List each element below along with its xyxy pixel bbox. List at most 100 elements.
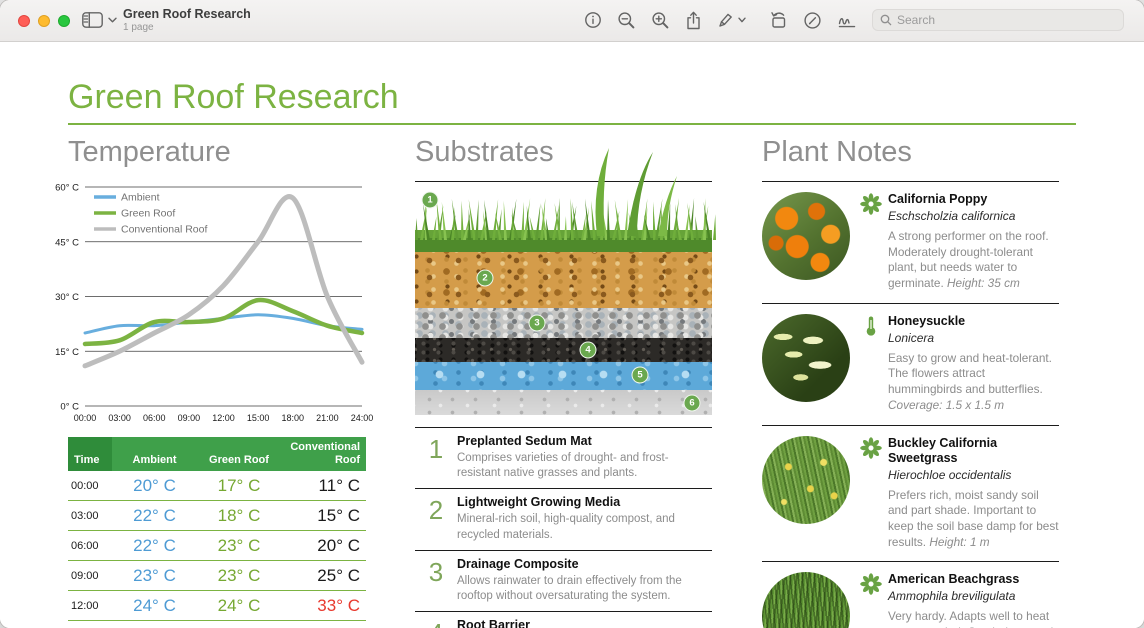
time-cell: 09:00 xyxy=(68,570,112,582)
substrate-illustration: 1 2 3 4 5 6 xyxy=(415,146,712,415)
signature-icon xyxy=(837,12,857,29)
temperature-table: Time Ambient Green Roof Conventional Roo… xyxy=(68,437,366,621)
share-button[interactable] xyxy=(685,11,702,30)
gravel-layer xyxy=(415,308,712,338)
chevron-down-icon xyxy=(738,17,746,23)
search-input[interactable] xyxy=(897,13,1116,27)
window-subtitle: 1 page xyxy=(123,22,251,33)
document-page: Green Roof Research Temperature Substrat… xyxy=(0,42,1144,628)
table-row: 06:00 22° C 23° C 20° C xyxy=(68,531,366,561)
preview-window: Green Roof Research 1 page xyxy=(0,0,1144,628)
plant-stat: Coverage: 1.5 x 1.5 m xyxy=(888,398,1004,412)
column-header: Ambient xyxy=(112,437,197,471)
signature-button[interactable] xyxy=(837,12,857,29)
plant-description: A strong performer on the roof. Moderate… xyxy=(888,229,1059,292)
substrate-badge: 2 xyxy=(477,270,494,287)
item-description: Comprises varieties of drought- and fros… xyxy=(457,451,712,481)
svg-text:45° C: 45° C xyxy=(55,237,79,248)
item-title: Lightweight Growing Media xyxy=(457,495,712,509)
conventional-cell: 20° C xyxy=(281,536,366,556)
list-item: 4 Root Barrier Keeps roots from penetrat… xyxy=(415,612,712,628)
plant-notes-list: California Poppy Eschscholzia californic… xyxy=(762,182,1059,628)
item-number: 4 xyxy=(415,618,457,628)
item-title: Root Barrier xyxy=(457,618,712,628)
info-button[interactable] xyxy=(584,11,602,29)
item-number: 2 xyxy=(415,495,457,542)
green-roof-cell: 17° C xyxy=(197,476,281,496)
table-row: 03:00 22° C 18° C 15° C xyxy=(68,501,366,531)
svg-text:30° C: 30° C xyxy=(55,292,79,303)
window-title-block: Green Roof Research 1 page xyxy=(123,7,251,33)
plant-icon xyxy=(860,314,883,414)
flower-icon xyxy=(860,573,882,595)
flower-icon xyxy=(860,193,882,215)
titlebar: Green Roof Research 1 page xyxy=(0,0,1144,42)
growing-media-layer xyxy=(415,252,712,308)
list-item: 1 Preplanted Sedum Mat Comprises varieti… xyxy=(415,428,712,489)
plant-stat: Height: 35 cm xyxy=(947,276,1020,290)
plant-entry: American Beachgrass Ammophila breviligul… xyxy=(762,562,1059,628)
svg-text:Conventional Roof: Conventional Roof xyxy=(121,224,207,236)
plant-entry: Honeysuckle Lonicera Easy to grow and he… xyxy=(762,304,1059,426)
zoom-in-button[interactable] xyxy=(651,11,670,30)
conventional-cell-alert: 33° C xyxy=(281,596,366,616)
plant-photo xyxy=(762,572,850,628)
grass-svg xyxy=(415,146,712,252)
drainage-layer xyxy=(415,362,712,390)
column-header: Conventional Roof xyxy=(281,437,366,471)
green-roof-cell: 23° C xyxy=(197,566,281,586)
plant-stat: Height: 1 m xyxy=(929,535,989,549)
time-cell: 00:00 xyxy=(68,480,112,492)
plant-photo xyxy=(762,314,850,402)
substrate-badge: 3 xyxy=(529,315,546,332)
zoom-out-button[interactable] xyxy=(617,11,636,30)
close-button[interactable] xyxy=(18,15,30,27)
ambient-cell: 22° C xyxy=(112,506,197,526)
chevron-down-icon xyxy=(108,17,117,23)
share-icon xyxy=(685,11,702,30)
svg-text:0° C: 0° C xyxy=(60,402,79,413)
plant-icon xyxy=(860,572,883,628)
svg-text:60° C: 60° C xyxy=(55,183,79,194)
search-icon xyxy=(880,14,892,26)
title-rule xyxy=(68,123,1076,125)
plant-name: American Beachgrass xyxy=(888,572,1059,587)
minimize-button[interactable] xyxy=(38,15,50,27)
annotate-button[interactable] xyxy=(803,11,822,30)
svg-text:15° C: 15° C xyxy=(55,347,79,358)
time-cell: 06:00 xyxy=(68,540,112,552)
markup-button[interactable] xyxy=(717,11,746,29)
svg-text:06:00: 06:00 xyxy=(143,413,166,423)
plant-photo xyxy=(762,192,850,280)
plant-description: Very hardy. Adapts well to heat stress o… xyxy=(888,609,1059,628)
sidebar-icon xyxy=(82,12,103,28)
green-roof-cell: 18° C xyxy=(197,506,281,526)
zoom-out-icon xyxy=(617,11,636,30)
svg-text:21:00: 21:00 xyxy=(316,413,339,423)
column-header: Time xyxy=(68,437,112,471)
table-row: 00:00 20° C 17° C 11° C xyxy=(68,471,366,501)
ambient-cell: 23° C xyxy=(112,566,197,586)
temperature-chart: 0° C15° C30° C45° C60° C00:0003:0006:000… xyxy=(54,182,380,434)
plant-icon xyxy=(860,192,883,292)
toolbar xyxy=(584,9,1124,31)
rotate-left-button[interactable] xyxy=(769,11,788,29)
item-number: 3 xyxy=(415,557,457,604)
conventional-cell: 25° C xyxy=(281,566,366,586)
plant-entry: Buckley California Sweetgrass Hierochloe… xyxy=(762,426,1059,563)
root-barrier-layer xyxy=(415,338,712,362)
plant-description: Easy to grow and heat-tolerant. The flow… xyxy=(888,351,1059,414)
plant-latin-name: Lonicera xyxy=(888,331,1059,345)
search-field[interactable] xyxy=(872,9,1124,31)
plant-latin-name: Hierochloe occidentalis xyxy=(888,468,1059,482)
svg-text:09:00: 09:00 xyxy=(178,413,201,423)
green-roof-cell: 23° C xyxy=(197,536,281,556)
zoom-window-button[interactable] xyxy=(58,15,70,27)
item-description: Mineral-rich soil, high-quality compost,… xyxy=(457,512,712,542)
sidebar-toggle-button[interactable] xyxy=(82,12,117,28)
svg-text:24:00: 24:00 xyxy=(351,413,374,423)
list-item: 3 Drainage Composite Allows rainwater to… xyxy=(415,551,712,612)
svg-text:18:00: 18:00 xyxy=(281,413,304,423)
green-roof-cell: 24° C xyxy=(197,596,281,616)
svg-text:Ambient: Ambient xyxy=(121,192,160,204)
